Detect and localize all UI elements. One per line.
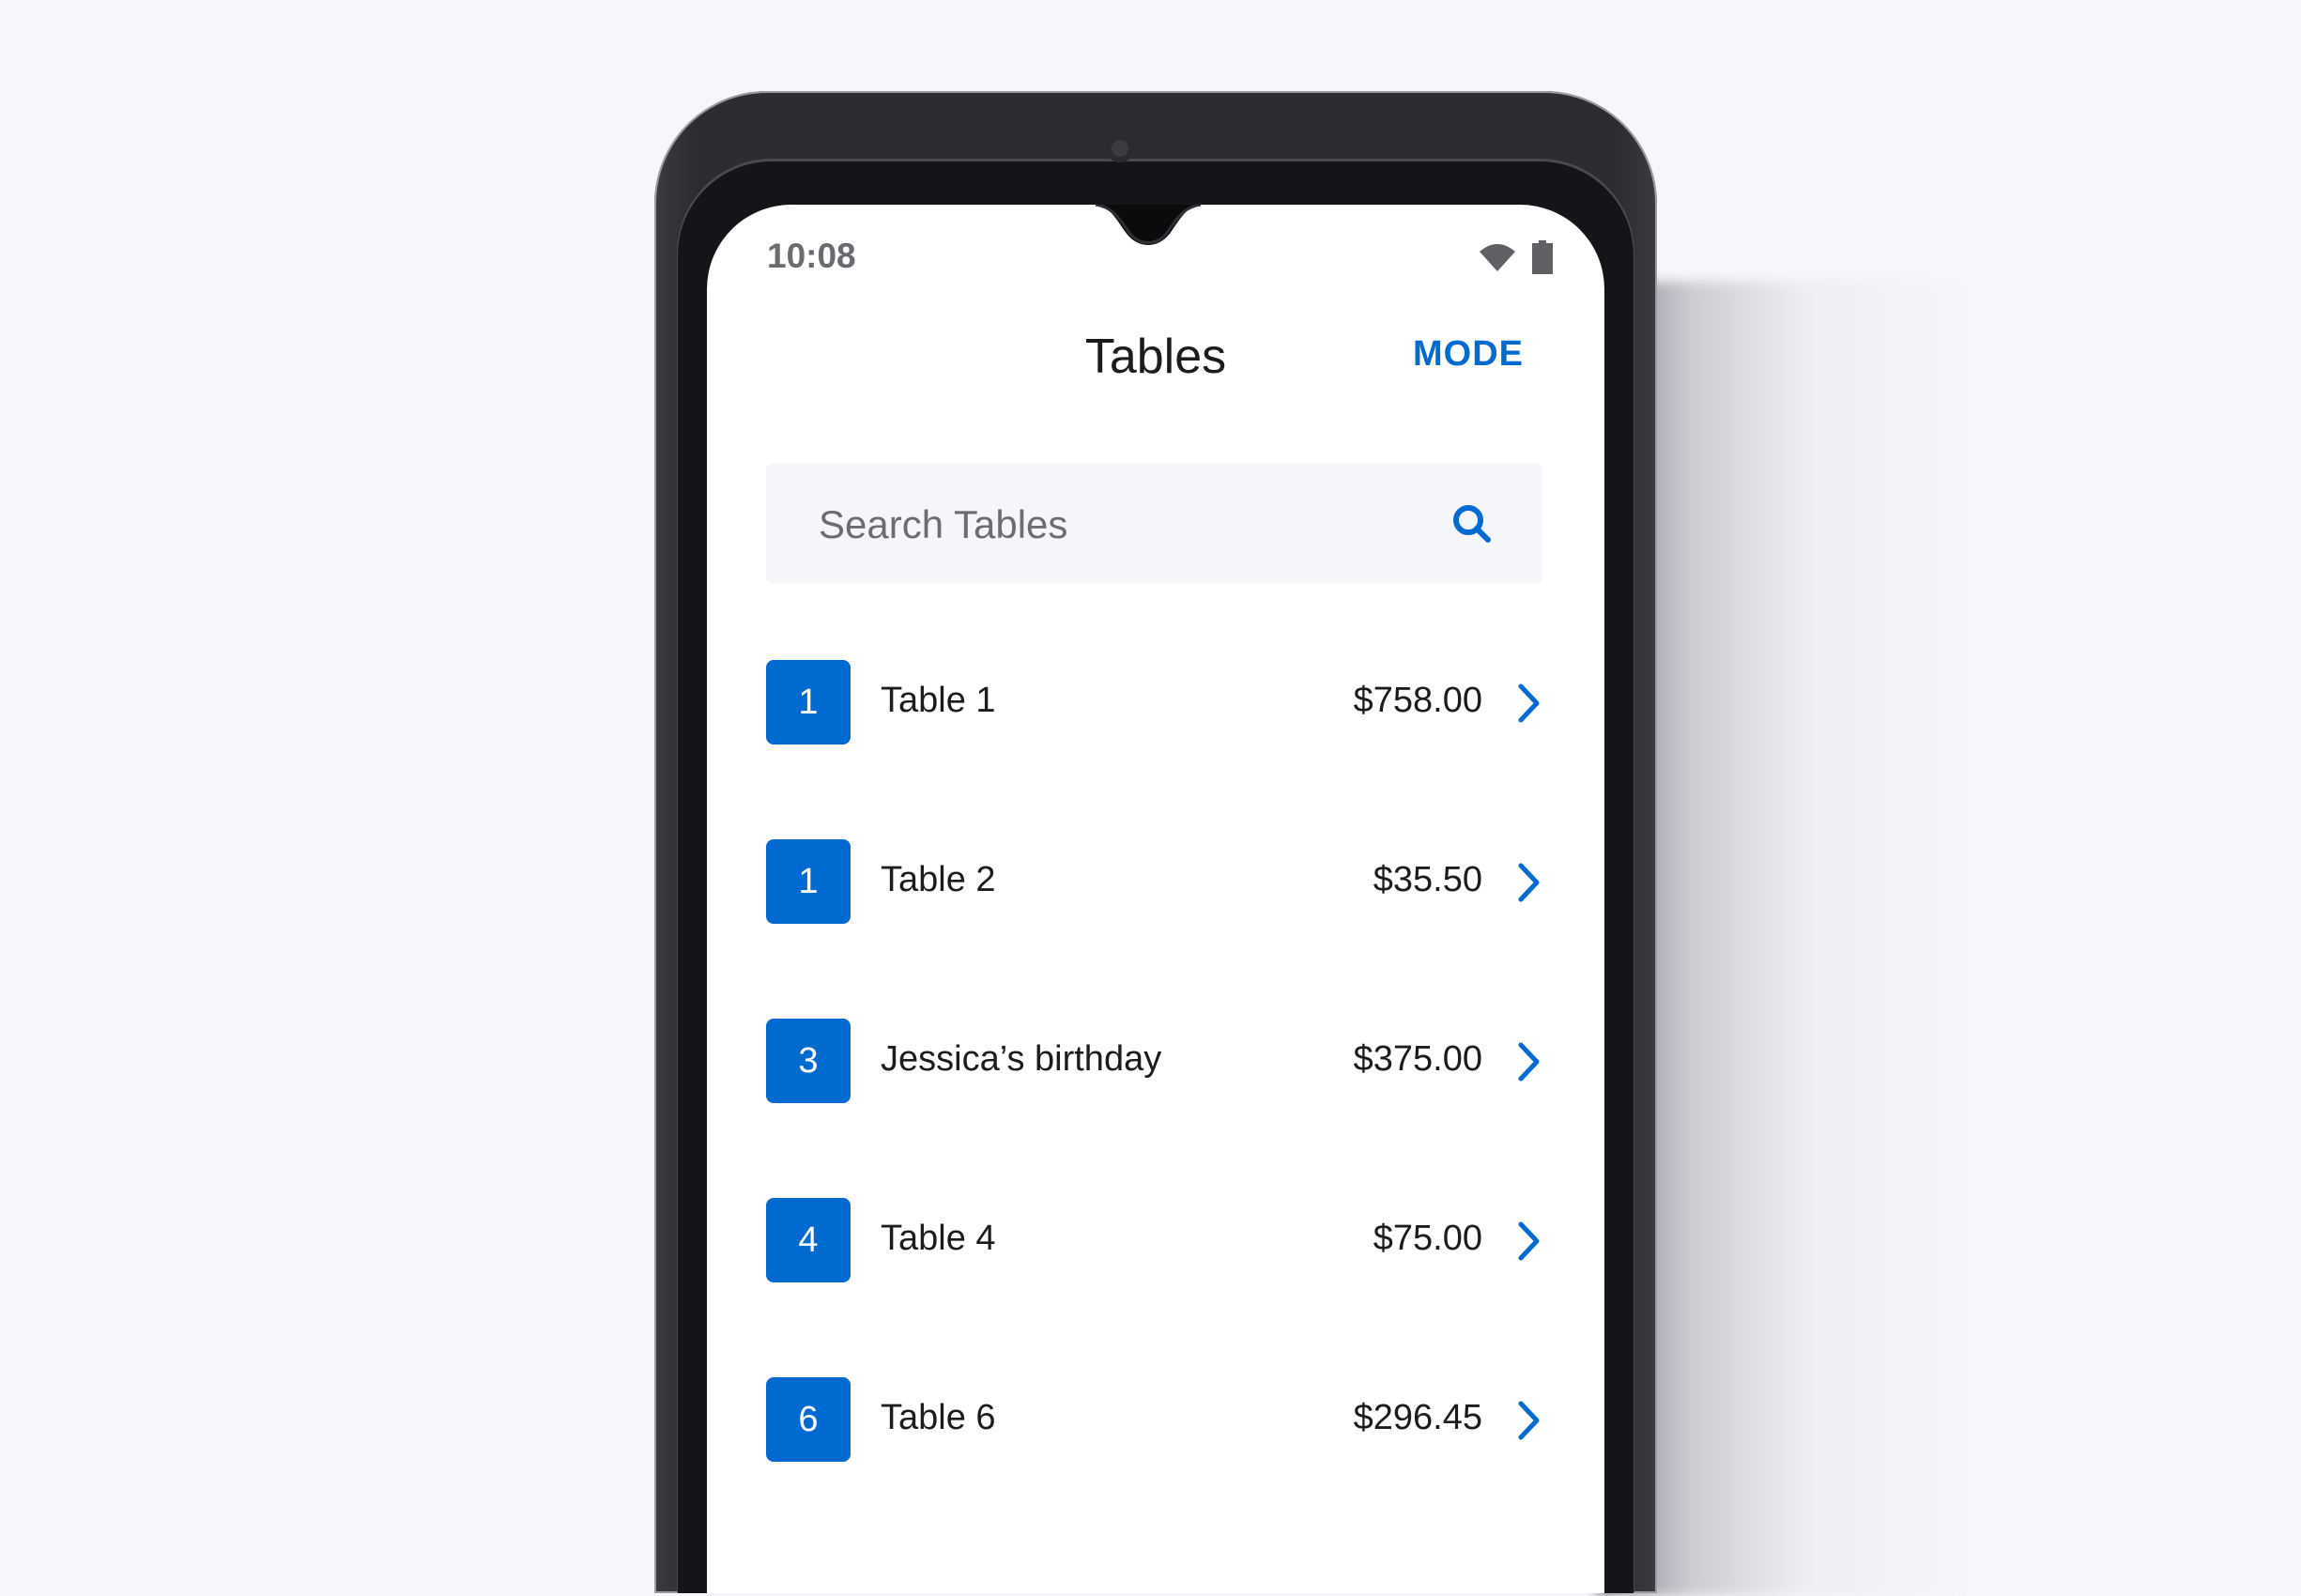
table-name: Jessica’s birthday [881, 1039, 1162, 1079]
phone-bezel: 10:08 Tables MODE Search Tables 1 Table … [678, 134, 1634, 1593]
table-amount: $758.00 [1353, 681, 1482, 720]
table-badge: 1 [766, 839, 851, 924]
search-icon[interactable] [1451, 503, 1493, 545]
table-amount: $35.50 [1373, 860, 1482, 899]
phone-screen: 10:08 Tables MODE Search Tables 1 Table … [707, 205, 1604, 1593]
tables-list: 1 Table 1 $758.00 1 Table 2 $35.50 3 Jes… [766, 660, 1542, 1557]
table-row[interactable]: 3 Jessica’s birthday $375.00 [766, 1019, 1542, 1198]
chevron-right-icon[interactable] [1514, 862, 1542, 903]
table-badge: 4 [766, 1198, 851, 1282]
table-amount: $296.45 [1353, 1398, 1482, 1437]
search-bar[interactable] [766, 464, 1542, 585]
table-row[interactable]: 4 Table 4 $75.00 [766, 1198, 1542, 1377]
table-badge: 6 [766, 1377, 851, 1462]
mode-button[interactable]: MODE [1413, 334, 1524, 375]
table-name: Table 1 [881, 681, 996, 720]
status-icons [1478, 240, 1553, 274]
notch [1095, 205, 1202, 245]
chevron-right-icon[interactable] [1514, 1400, 1542, 1441]
front-camera [1106, 134, 1134, 162]
chevron-right-icon[interactable] [1514, 1041, 1542, 1082]
chevron-right-icon[interactable] [1514, 683, 1542, 724]
phone-frame: 10:08 Tables MODE Search Tables 1 Table … [654, 91, 1657, 1593]
table-name: Table 6 [881, 1398, 996, 1437]
table-amount: $75.00 [1373, 1219, 1482, 1258]
battery-icon [1532, 240, 1553, 274]
table-name: Table 4 [881, 1219, 996, 1258]
chevron-right-icon[interactable] [1514, 1220, 1542, 1262]
table-row[interactable]: 1 Table 1 $758.00 [766, 660, 1542, 839]
table-name: Table 2 [881, 860, 996, 899]
table-row[interactable]: 6 Table 6 $296.45 [766, 1377, 1542, 1557]
status-time: 10:08 [767, 237, 856, 275]
table-badge: 3 [766, 1019, 851, 1103]
table-amount: $375.00 [1353, 1039, 1482, 1079]
table-badge: 1 [766, 660, 851, 744]
wifi-icon [1480, 244, 1515, 271]
table-row[interactable]: 1 Table 2 $35.50 [766, 839, 1542, 1019]
search-input[interactable] [817, 464, 1431, 585]
